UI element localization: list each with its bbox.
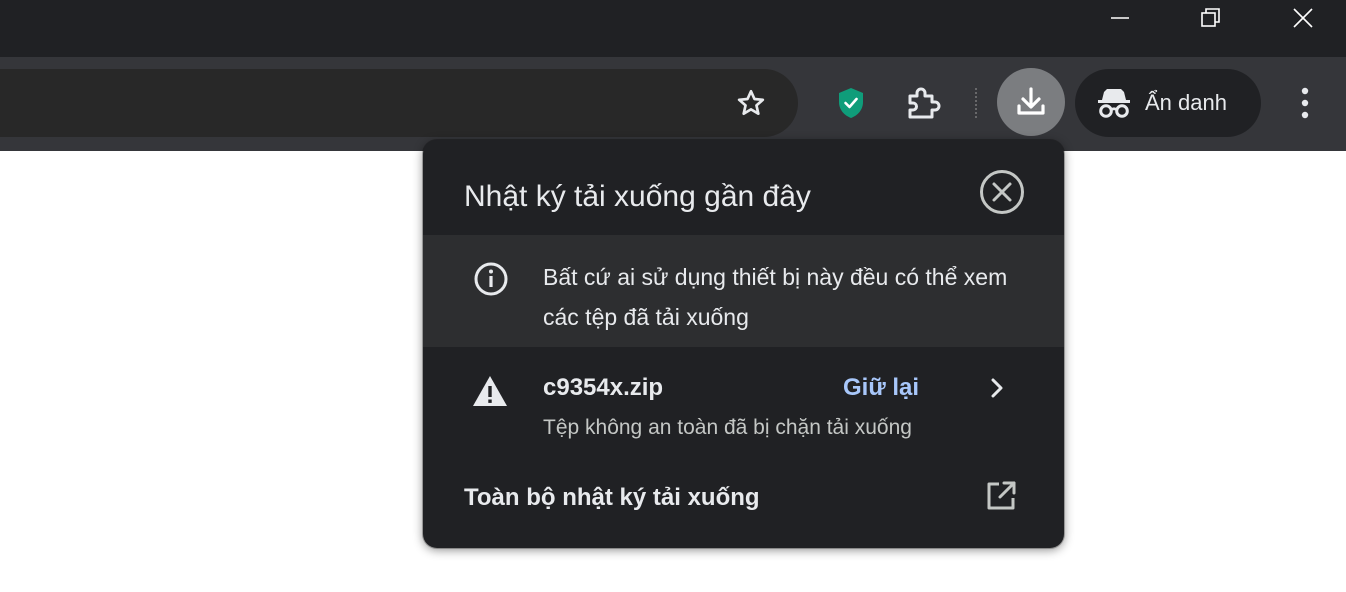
download-details-button[interactable] — [981, 372, 1013, 404]
full-download-history-label: Toàn bộ nhật ký tải xuống — [464, 484, 760, 511]
address-bar[interactable] — [0, 69, 798, 137]
minimize-button[interactable] — [1097, 0, 1143, 36]
kebab-menu-icon — [1301, 87, 1309, 119]
close-window-button[interactable] — [1280, 0, 1326, 36]
incognito-icon — [1098, 89, 1130, 118]
bubble-title: Nhật ký tải xuống gần đây — [464, 180, 811, 213]
restore-button[interactable] — [1188, 0, 1234, 36]
privacy-notice-text: Bất cứ ai sử dụng thiết bị này đều có th… — [543, 264, 1008, 330]
extensions-button[interactable] — [904, 84, 944, 122]
full-download-history-link[interactable]: Toàn bộ nhật ký tải xuống — [423, 468, 1064, 524]
security-extension-button[interactable] — [834, 85, 868, 121]
close-circle-icon — [980, 170, 1024, 214]
downloads-button[interactable] — [997, 68, 1065, 136]
download-item[interactable]: c9354x.zip Giữ lại Tệp không an toàn đã … — [423, 360, 1064, 450]
browser-menu-button[interactable] — [1284, 82, 1326, 124]
incognito-label: Ẩn danh — [1145, 90, 1227, 115]
toolbar-divider — [975, 88, 977, 118]
warning-icon — [473, 376, 507, 406]
puzzle-icon — [908, 87, 941, 119]
shield-check-icon — [839, 88, 863, 118]
star-icon — [737, 89, 765, 115]
chevron-right-icon — [991, 378, 1003, 398]
bookmark-button[interactable] — [724, 83, 778, 123]
title-bar — [0, 0, 1346, 57]
info-icon — [474, 262, 508, 296]
downloads-bubble: Nhật ký tải xuống gần đây Bất cứ ai sử d… — [423, 140, 1064, 548]
close-bubble-button[interactable] — [979, 169, 1025, 215]
incognito-indicator[interactable]: Ẩn danh — [1075, 69, 1261, 137]
close-icon — [1293, 8, 1313, 28]
restore-icon — [1201, 8, 1220, 27]
download-filename: c9354x.zip — [543, 374, 664, 401]
download-icon — [1017, 87, 1045, 115]
keep-button[interactable]: Giữ lại — [843, 374, 919, 402]
open-in-new-icon — [987, 481, 1016, 510]
minimize-icon — [1111, 17, 1129, 19]
privacy-notice: Bất cứ ai sử dụng thiết bị này đều có th… — [423, 235, 1064, 347]
download-status: Tệp không an toàn đã bị chặn tải xuống — [543, 416, 912, 439]
